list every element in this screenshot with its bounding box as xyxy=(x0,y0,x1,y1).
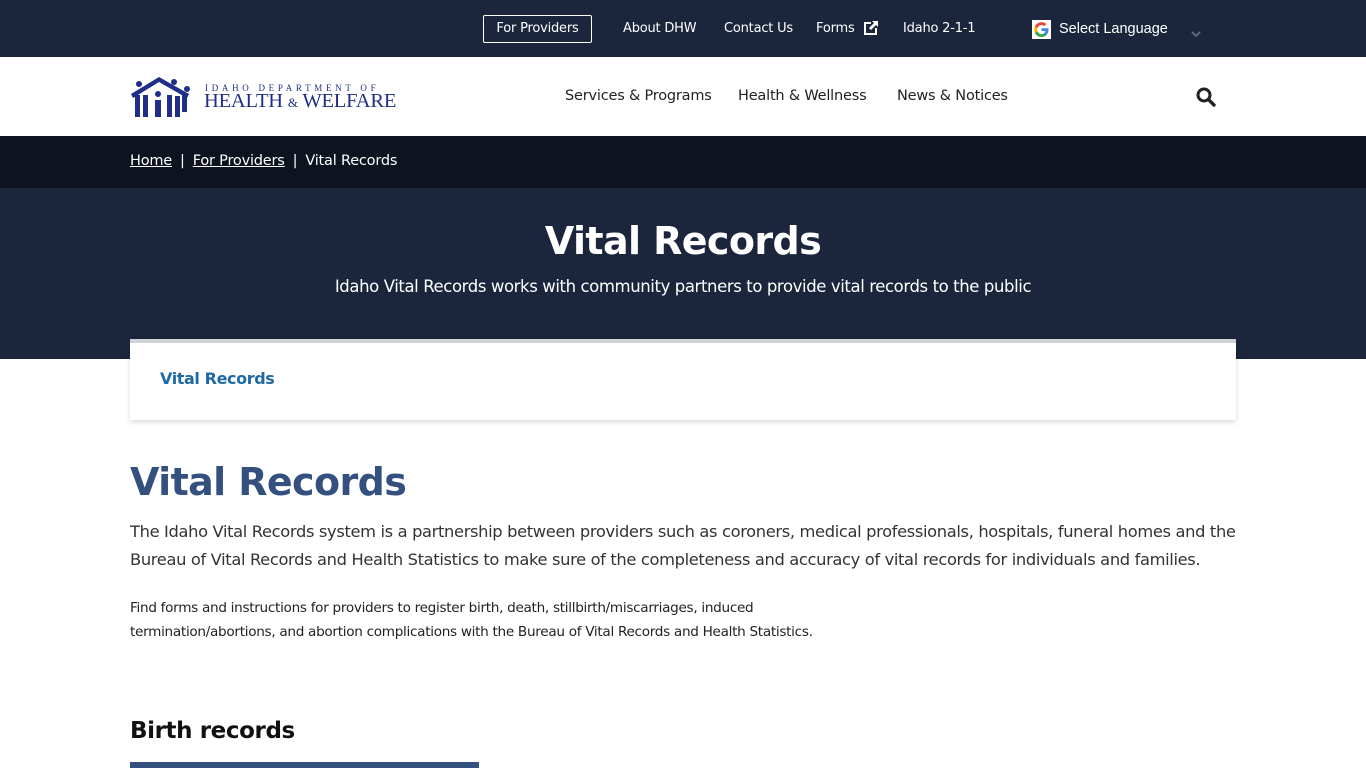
birth-records-heading: Birth records xyxy=(130,718,295,744)
logo-ampersand: & xyxy=(287,95,298,110)
contact-us-link[interactable]: Contact Us xyxy=(724,20,793,37)
nav-health-wellness[interactable]: Health & Wellness xyxy=(738,88,867,104)
forms-link[interactable]: Forms xyxy=(816,20,855,37)
chevron-down-icon[interactable] xyxy=(1190,29,1202,39)
intro-paragraph: Find forms and instructions for provider… xyxy=(130,600,813,640)
breadcrumb-separator: | xyxy=(180,153,185,169)
breadcrumb-current: Vital Records xyxy=(305,153,398,169)
site-logo[interactable]: IDAHO DEPARTMENT OF HEALTH & WELFARE xyxy=(129,74,399,120)
vital-records-link[interactable]: Vital Records xyxy=(160,369,275,388)
section-nav-card: Vital Records xyxy=(130,339,1236,420)
logo-welfare: WELFARE xyxy=(302,90,397,112)
lead-paragraph: The Idaho Vital Records system is a part… xyxy=(130,522,1236,569)
breadcrumb: Home | For Providers | Vital Records xyxy=(130,152,397,170)
page-title: Vital Records xyxy=(130,460,407,504)
hero-title: Vital Records xyxy=(544,219,822,263)
logo-health: HEALTH xyxy=(204,90,283,112)
utility-bar: For Providers About DHW Contact Us Forms… xyxy=(0,0,1366,57)
select-language-dropdown[interactable]: Select Language xyxy=(1059,20,1168,38)
breadcrumb-separator: | xyxy=(292,153,298,169)
nav-services-programs[interactable]: Services & Programs xyxy=(565,88,712,104)
idaho-211-link[interactable]: Idaho 2-1-1 xyxy=(903,20,976,37)
for-providers-button[interactable]: For Providers xyxy=(483,15,592,43)
search-icon[interactable] xyxy=(1195,86,1217,108)
breadcrumb-home[interactable]: Home xyxy=(130,153,172,169)
google-icon xyxy=(1032,20,1051,39)
section-divider xyxy=(130,762,479,768)
family-house-icon xyxy=(131,77,190,117)
external-link-icon[interactable] xyxy=(864,21,878,35)
nav-news-notices[interactable]: News & Notices xyxy=(897,88,1008,104)
about-dhw-link[interactable]: About DHW xyxy=(623,20,697,37)
hero-subtitle: Idaho Vital Records works with community… xyxy=(334,277,1032,296)
logo-health-welfare-text: HEALTH & WELFARE xyxy=(204,90,396,113)
hero-banner xyxy=(0,188,1366,359)
breadcrumb-for-providers[interactable]: For Providers xyxy=(193,153,285,169)
